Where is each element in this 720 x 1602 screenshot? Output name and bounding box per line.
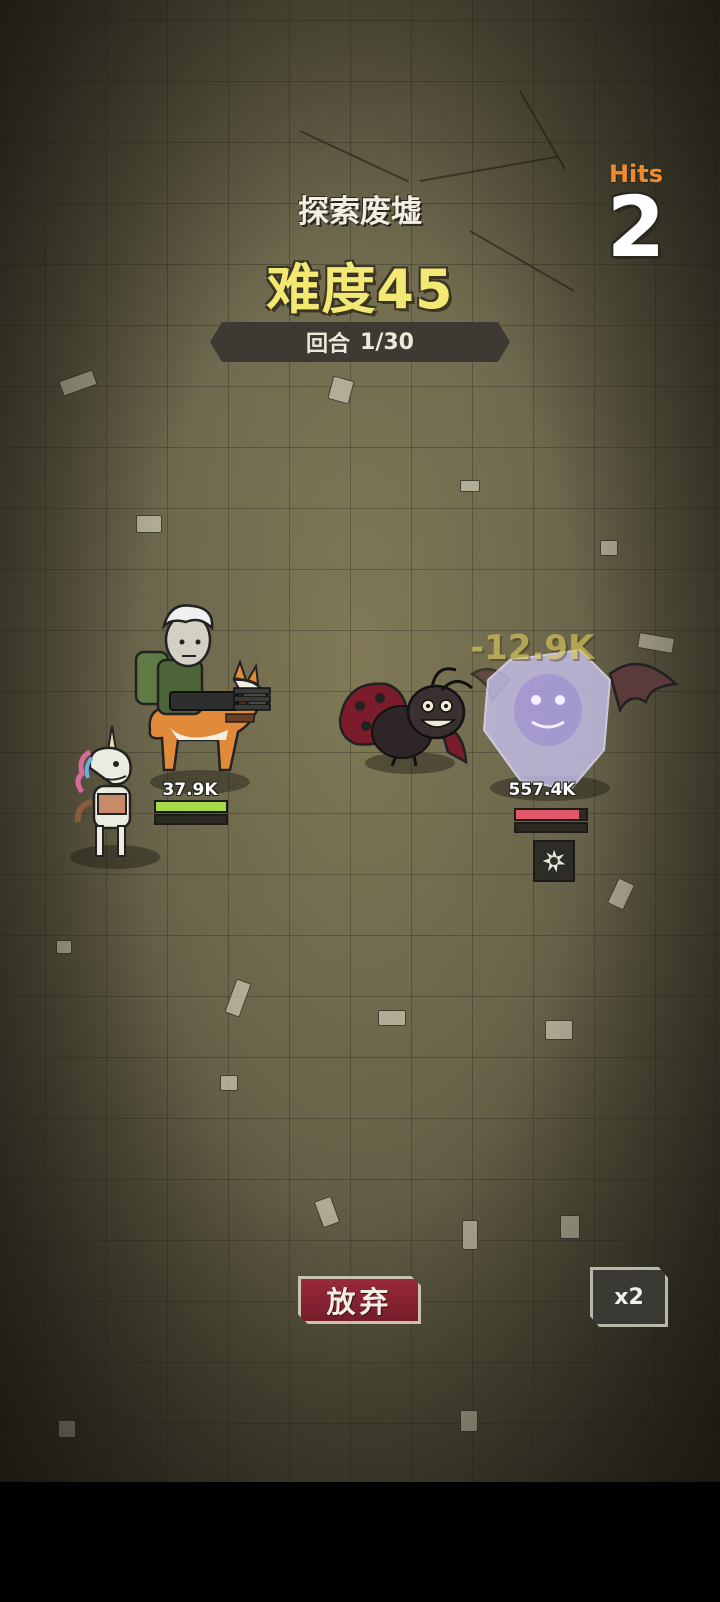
enemy-hp-fill bbox=[516, 810, 579, 819]
enemy-hp-text: 557.4K bbox=[508, 780, 576, 800]
damage-popup: -12.9K bbox=[470, 628, 595, 668]
enemy-energy-bar bbox=[514, 822, 588, 833]
player-hp-fill bbox=[156, 802, 226, 811]
rubble bbox=[460, 480, 480, 492]
hits-counter: Hits 2 bbox=[596, 160, 676, 276]
rubble bbox=[58, 1420, 76, 1438]
rubble bbox=[378, 1010, 406, 1026]
ladybug-enemy[interactable] bbox=[336, 660, 486, 770]
bottom-black-bar bbox=[0, 1482, 720, 1602]
rubble bbox=[220, 1075, 238, 1091]
spiky-burst-icon bbox=[540, 847, 568, 875]
player-energy-bar bbox=[154, 814, 228, 825]
player-hp-text: 37.9K bbox=[162, 780, 218, 800]
rubble bbox=[460, 1410, 478, 1432]
round-label: 回合 bbox=[306, 332, 351, 357]
old-man-gunner-on-corgi[interactable] bbox=[130, 600, 280, 790]
hits-value: 2 bbox=[606, 178, 666, 276]
rubble bbox=[56, 940, 72, 954]
speed-toggle-button[interactable]: x2 bbox=[590, 1267, 668, 1327]
rubble bbox=[462, 1220, 478, 1250]
rubble bbox=[600, 540, 618, 556]
enemy-hp-bar bbox=[514, 808, 588, 821]
rubble bbox=[545, 1020, 573, 1040]
rubble bbox=[560, 1215, 580, 1239]
round-value: 1/30 bbox=[360, 329, 414, 355]
give-up-button[interactable]: 放弃 bbox=[298, 1276, 421, 1324]
rubble bbox=[136, 515, 162, 533]
round-indicator: 回合 1/30 bbox=[210, 322, 510, 362]
player-hp-bar bbox=[154, 800, 228, 813]
enemy-status-icon[interactable] bbox=[533, 840, 575, 882]
battle-arena: 探索废墟 难度45 回合 1/30 Hits 2 37.9K -12.9K 55… bbox=[0, 0, 720, 1482]
